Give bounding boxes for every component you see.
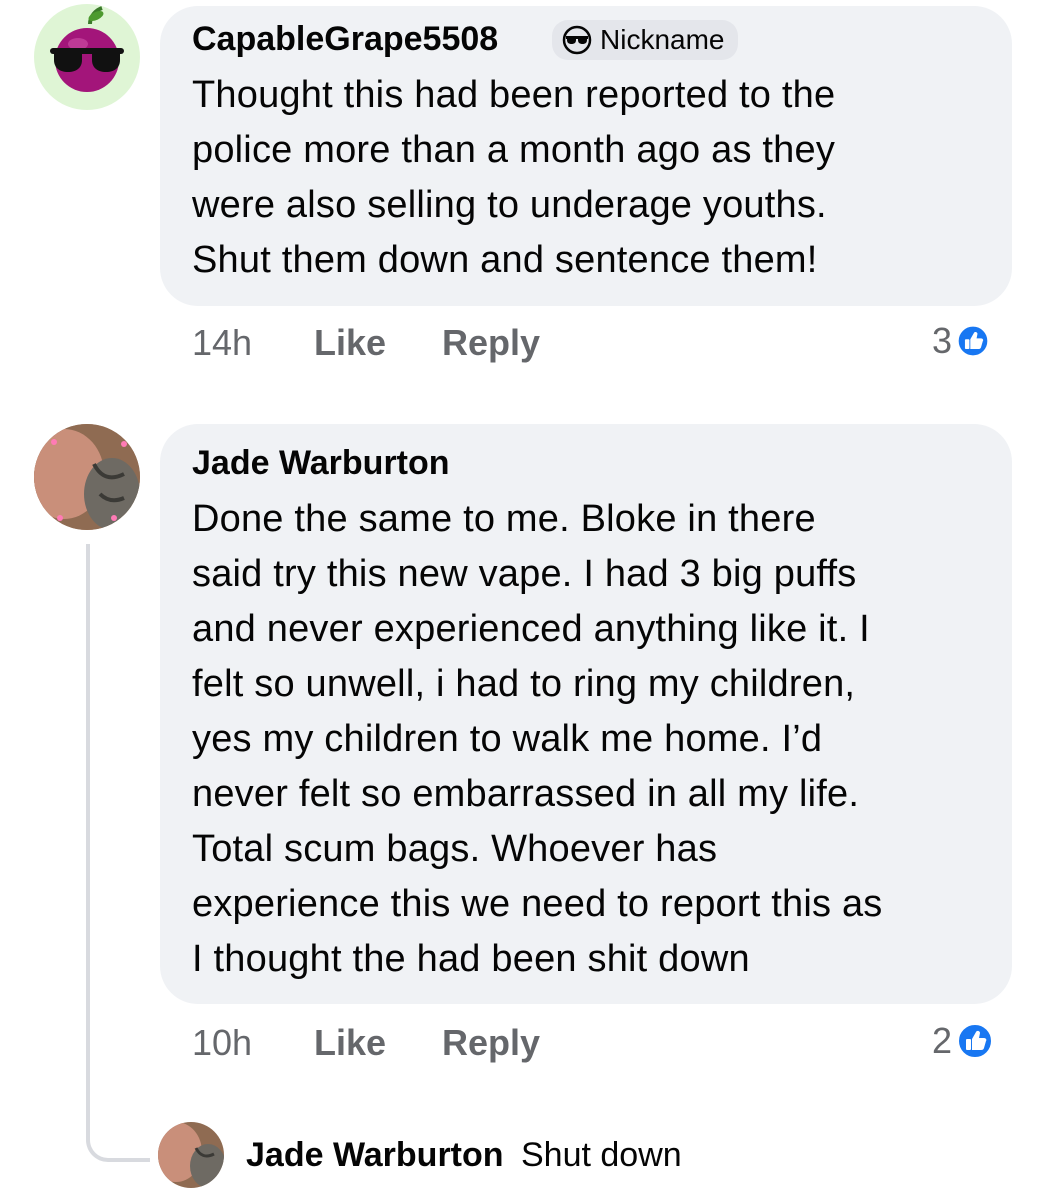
- like-button[interactable]: Like: [314, 322, 386, 364]
- reply-preview[interactable]: Jade Warburton Shut down: [246, 1136, 682, 1175]
- reaction-summary[interactable]: 3: [932, 320, 990, 362]
- nickname-badge: Nickname: [552, 20, 739, 60]
- comment-text: Done the same to me. Bloke in there said…: [192, 492, 882, 987]
- thumbs-up-icon: [957, 1023, 994, 1059]
- comment-timestamp[interactable]: 10h: [192, 1022, 252, 1064]
- like-button[interactable]: Like: [314, 1022, 386, 1064]
- comment-line: Shut them down and sentence them!: [192, 239, 818, 281]
- comment-timestamp[interactable]: 14h: [192, 322, 252, 364]
- comment-line: I thought the had been shit down: [192, 938, 750, 980]
- comment-author[interactable]: Jade Warburton: [192, 444, 450, 483]
- user-photo-icon: [158, 1122, 224, 1188]
- comment-line: experience this we need to report this a…: [192, 883, 883, 925]
- reaction-summary[interactable]: 2: [932, 1020, 994, 1062]
- thread-line: [86, 544, 150, 1162]
- comment-line: Done the same to me. Bloke in there: [192, 498, 816, 540]
- reaction-count: 2: [932, 1020, 953, 1061]
- comment-line: felt so unwell, i had to ring my childre…: [192, 663, 856, 705]
- thumbs-up-icon: [956, 324, 990, 358]
- comment-text: Thought this had been reported to the po…: [192, 68, 835, 288]
- comment-line: were also selling to underage youths.: [192, 184, 827, 226]
- avatar[interactable]: [158, 1122, 224, 1188]
- comment-line: yes my children to walk me home. I’d: [192, 718, 823, 760]
- reply-author[interactable]: Jade Warburton: [246, 1136, 504, 1174]
- badge-label: Nickname: [600, 24, 725, 55]
- avatar[interactable]: [34, 4, 140, 110]
- reply-button[interactable]: Reply: [442, 1022, 540, 1064]
- cherry-sunglasses-icon: [50, 6, 124, 92]
- comment-line: and never experienced anything like it. …: [192, 608, 870, 650]
- comment-line: Thought this had been reported to the: [192, 74, 836, 116]
- reaction-count: 3: [932, 320, 953, 361]
- comment-line: Total scum bags. Whoever has: [192, 828, 718, 870]
- comment-line: never felt so embarrassed in all my life…: [192, 773, 860, 815]
- reply-button[interactable]: Reply: [442, 322, 540, 364]
- sunglasses-icon: [562, 25, 592, 55]
- comment-author[interactable]: CapableGrape5508: [192, 20, 498, 59]
- avatar[interactable]: [34, 424, 140, 530]
- reply-text: Shut down: [521, 1136, 682, 1174]
- user-photo-icon: [34, 424, 140, 530]
- comment-line: police more than a month ago as they: [192, 129, 836, 171]
- comment-line: said try this new vape. I had 3 big puff…: [192, 553, 857, 595]
